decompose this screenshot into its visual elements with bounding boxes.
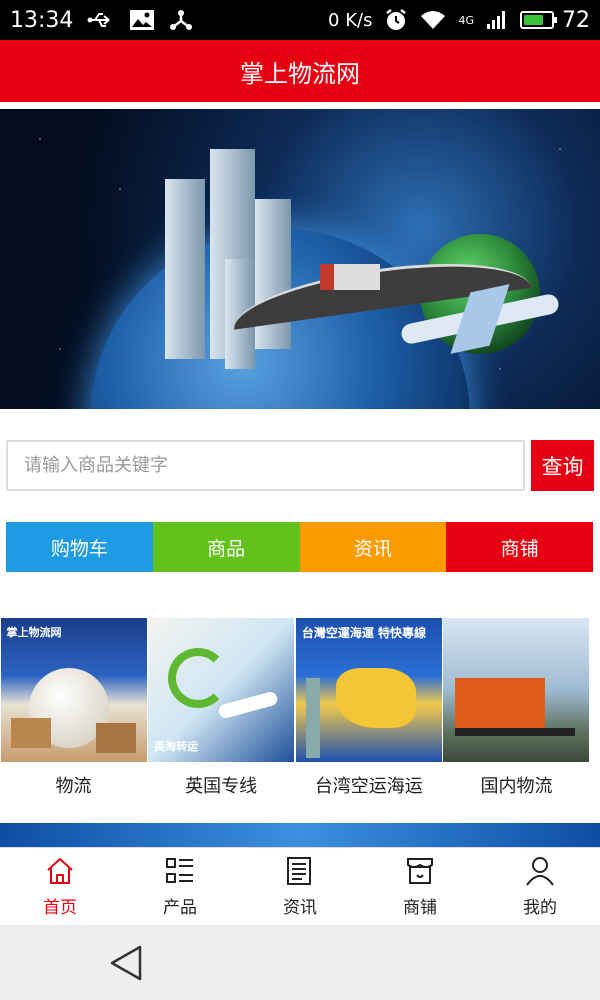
network-type: 4G (458, 13, 474, 27)
banner-tower (255, 199, 291, 349)
product-image: 掌上物流网 (0, 618, 147, 762)
battery-level: 72 (562, 7, 590, 33)
news-icon (287, 857, 311, 885)
product-label: 国内物流 (480, 776, 553, 797)
home-icon (47, 858, 73, 884)
plane-graphic (217, 690, 279, 720)
banner-carousel[interactable] (0, 109, 600, 409)
share-icon (170, 10, 193, 30)
signal-icon (487, 11, 505, 29)
wifi-icon (421, 11, 446, 29)
product-image-text: 掌上物流网 (6, 626, 62, 639)
battery-icon (520, 11, 557, 29)
truck-wheels (455, 728, 576, 736)
nav-mine[interactable]: 我的 (480, 848, 600, 925)
image-icon (130, 10, 155, 30)
header-divider (0, 102, 600, 109)
battery-status: 72 (520, 8, 590, 33)
status-time: 13:34 (10, 7, 74, 33)
product-list: 掌上物流网 物流 英淘转运 英国专线 台灣空運海運 特快專線 台湾空运海运 国内… (0, 618, 600, 808)
usb-icon (87, 13, 111, 27)
nav-news[interactable]: 资讯 (240, 848, 360, 925)
tower-graphic (305, 678, 320, 758)
product-image-text: 台灣空運海運 特快專線 (301, 626, 426, 640)
product-image-text: 英淘转运 (154, 740, 199, 753)
nav-products[interactable]: 产品 (120, 848, 240, 925)
status-system-icons: 0 K/s 4G 72 (328, 8, 590, 33)
map-graphic (335, 668, 416, 728)
product-card[interactable]: 掌上物流网 物流 (0, 618, 147, 808)
cart-button[interactable]: 购物车 (6, 522, 153, 572)
net-speed: 0 K/s (328, 9, 373, 31)
goods-button[interactable]: 商品 (152, 522, 300, 572)
box-graphic (95, 723, 136, 753)
product-card[interactable]: 英淘转运 英国专线 (148, 618, 295, 808)
banner-truck (320, 264, 380, 290)
shops-button[interactable]: 商铺 (446, 522, 593, 572)
secondary-banner[interactable] (0, 823, 600, 847)
list-icon (166, 858, 193, 883)
product-label: 英国专线 (185, 776, 258, 797)
nav-mine-label: 我的 (523, 898, 557, 918)
user-icon (526, 857, 554, 886)
truck-graphic (455, 678, 546, 728)
page-title: 掌上物流网 (240, 59, 360, 88)
box-graphic (10, 718, 51, 748)
nav-home-label: 首页 (43, 898, 77, 918)
nav-shops[interactable]: 商铺 (360, 848, 480, 925)
banner-tower (165, 179, 205, 359)
product-label: 台湾空运海运 (314, 776, 423, 797)
search-input[interactable] (6, 440, 525, 491)
bottom-nav: 首页 产品 资讯 商铺 我的 (0, 847, 600, 925)
app-header: 掌上物流网 (0, 40, 600, 102)
product-image: 英淘转运 (148, 618, 295, 762)
system-nav-bar (0, 925, 600, 1000)
search-button[interactable]: 查询 (531, 440, 594, 491)
category-buttons: 购物车 商品 资讯 商铺 (6, 522, 593, 572)
arrow-graphic (168, 648, 229, 708)
nav-news-label: 资讯 (283, 898, 317, 918)
search-bar: 查询 (6, 440, 594, 491)
nav-home[interactable]: 首页 (0, 848, 120, 925)
news-button[interactable]: 资讯 (299, 522, 447, 572)
back-icon[interactable] (108, 944, 144, 982)
nav-shops-label: 商铺 (403, 898, 437, 918)
product-image: 台灣空運海運 特快專線 (295, 618, 442, 762)
status-notification-icons (87, 8, 193, 32)
alarm-icon (386, 9, 407, 30)
product-image (443, 618, 590, 762)
status-bar: 13:34 0 K/s 4G 72 (0, 0, 600, 40)
product-card[interactable]: 台灣空運海運 特快專線 台湾空运海运 (295, 618, 442, 808)
shop-icon (407, 858, 433, 884)
product-label: 物流 (55, 776, 92, 797)
product-card[interactable]: 国内物流 (443, 618, 590, 808)
nav-products-label: 产品 (163, 898, 197, 918)
